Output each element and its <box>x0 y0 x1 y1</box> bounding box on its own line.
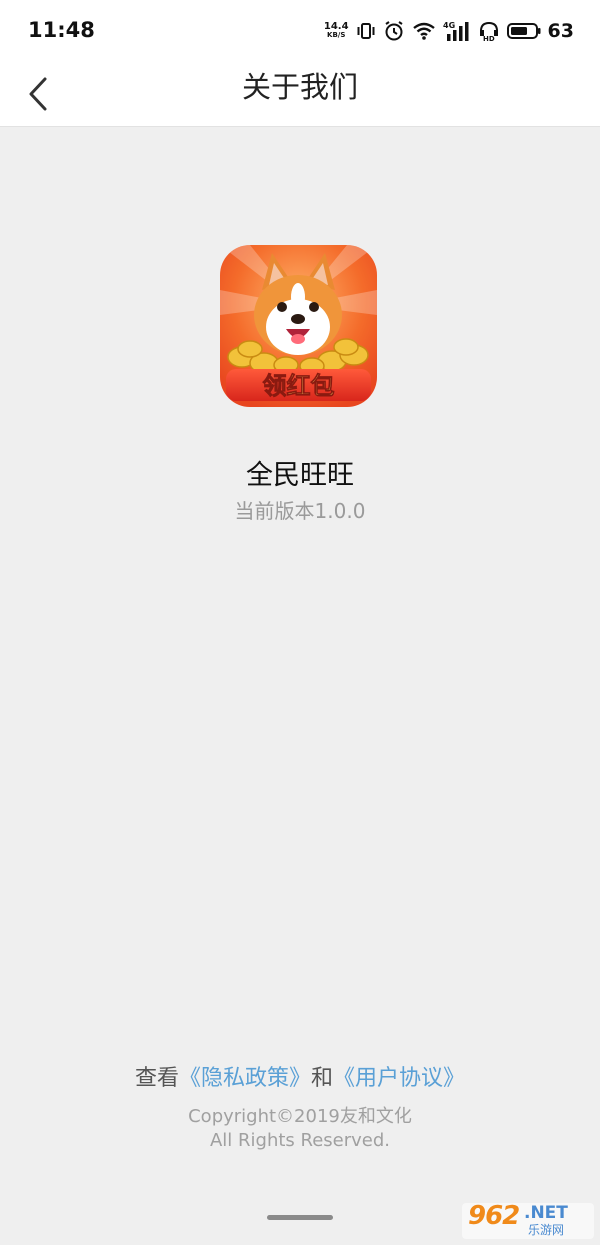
svg-text:HD: HD <box>483 35 495 42</box>
watermark-sub: 乐游网 <box>528 1223 565 1237</box>
user-agreement-link[interactable]: 《用户协议》 <box>333 1066 465 1091</box>
status-bar: 11:48 14.4 KB/S 4G HD 63 <box>0 0 600 62</box>
and-text: 和 <box>311 1066 334 1091</box>
app-icon: 领红包 <box>220 245 377 407</box>
app-name: 全民旺旺 <box>246 460 354 491</box>
policy-line: 查看《隐私政策》和《用户协议》 <box>0 1060 600 1092</box>
watermark-main: 962 <box>468 1201 520 1231</box>
rights-text: All Rights Reserved. <box>209 1130 391 1151</box>
app-icon-badge: 领红包 <box>263 372 335 400</box>
watermark-domain: .NET <box>524 1203 568 1223</box>
hd-icon: HD <box>478 20 500 42</box>
status-time: 11:48 <box>28 18 95 42</box>
vibrate-icon <box>356 21 376 41</box>
network-speed-value: 14.4 <box>323 21 349 32</box>
network-speed: 14.4 KB/S <box>324 22 349 40</box>
privacy-policy-link[interactable]: 《隐私政策》 <box>179 1066 311 1091</box>
battery-level: 63 <box>547 20 574 42</box>
battery-icon <box>506 22 541 40</box>
signal-icon: 4G <box>443 20 471 42</box>
nav-bar: 关于我们 <box>0 62 600 127</box>
copyright-text: Copyright©2019友和文化 <box>188 1106 412 1127</box>
status-icons: 14.4 KB/S 4G HD 63 <box>324 17 574 45</box>
wifi-icon <box>412 21 436 41</box>
home-indicator[interactable] <box>267 1215 333 1220</box>
watermark-logo: 962 .NET 乐游网 <box>462 1201 594 1239</box>
app-version: 当前版本1.0.0 <box>234 499 366 523</box>
network-speed-unit: KB/S <box>327 31 346 39</box>
alarm-icon <box>383 20 405 42</box>
network-type-label: 4G <box>443 21 455 30</box>
view-prefix: 查看 <box>134 1066 179 1091</box>
page-title: 关于我们 <box>241 70 358 104</box>
